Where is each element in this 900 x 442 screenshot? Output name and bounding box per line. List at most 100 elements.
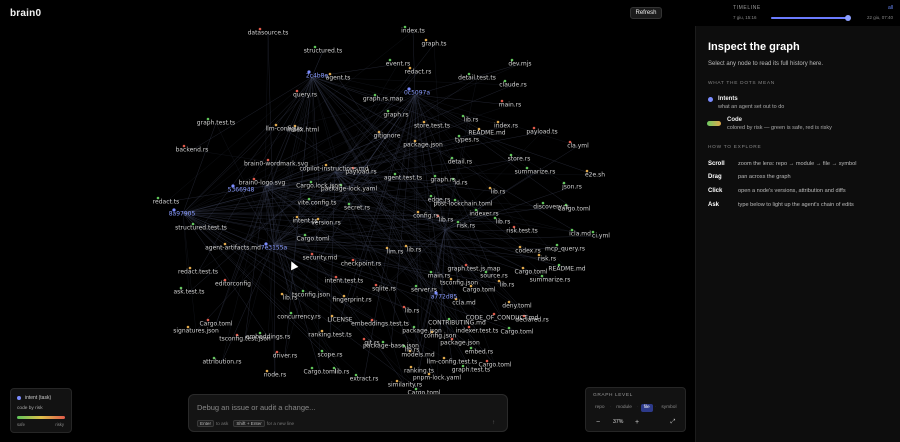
file-node-label[interactable]: config.json	[424, 333, 457, 340]
file-node-label[interactable]: CONTRIBUTING.md	[428, 320, 486, 327]
file-node-label[interactable]: server.rs	[411, 287, 437, 294]
file-node-label[interactable]: main.rs	[499, 102, 522, 109]
intent-node-label[interactable]: 5366948	[228, 187, 255, 194]
file-node-label[interactable]: version.rs	[311, 220, 340, 227]
file-node-label[interactable]: agent-artifacts.md	[205, 245, 261, 252]
level-tab-file[interactable]: file	[640, 404, 653, 412]
file-node-label[interactable]: dev.mjs	[508, 61, 531, 68]
file-node-label[interactable]: brain0-wordmark.svg	[244, 161, 308, 168]
file-node-label[interactable]: driver.rs	[273, 353, 298, 360]
file-node-label[interactable]: scope.rs	[317, 352, 342, 359]
file-node-label[interactable]: checkpoint.rs	[341, 261, 381, 268]
file-node-label[interactable]: lib.rs	[464, 117, 479, 124]
file-node-label[interactable]: graph.test.ts	[197, 120, 235, 127]
intent-node-label[interactable]: 0c5097a	[404, 90, 430, 97]
file-node-label[interactable]: graph.test.js.map	[448, 266, 501, 273]
file-node-label[interactable]: Cargo.toml	[557, 206, 590, 213]
file-node-label[interactable]: post-lockchain.toml	[434, 201, 493, 208]
file-node-label[interactable]: cla.yml	[567, 143, 589, 150]
file-node-label[interactable]: redact.rs	[405, 69, 432, 76]
file-node-label[interactable]: node.rs	[264, 372, 286, 379]
file-node-label[interactable]: ci.yml	[592, 233, 610, 240]
file-node-label[interactable]: LICENSE	[327, 317, 352, 324]
file-node-label[interactable]: lib.rs	[405, 308, 420, 315]
file-node-label[interactable]: models.md	[401, 352, 434, 359]
file-node-label[interactable]: store.rs	[508, 156, 531, 163]
file-node-label[interactable]: tsconfig.json	[440, 280, 478, 287]
file-node-label[interactable]: Cargo.toml	[500, 329, 533, 336]
file-node-label[interactable]: lib.rs	[496, 219, 511, 226]
file-node-label[interactable]: ask.test.ts	[173, 289, 204, 296]
file-node-label[interactable]: attribution.rs	[202, 359, 241, 366]
file-node-label[interactable]: README.md	[548, 266, 585, 273]
file-node-label[interactable]: deny.toml	[502, 303, 531, 310]
file-node-label[interactable]: graph.ts	[422, 41, 447, 48]
file-node-label[interactable]: concurrency.rs	[277, 314, 321, 321]
file-node-label[interactable]: README.md	[468, 130, 505, 137]
file-node-label[interactable]: graph.test.ts	[452, 367, 490, 374]
file-node-label[interactable]: package.json	[403, 142, 443, 149]
file-node-label[interactable]: fingerprint.rs	[332, 297, 371, 304]
file-node-label[interactable]: redact.ts	[153, 199, 180, 206]
file-node-label[interactable]: lib.rs	[500, 282, 515, 289]
fit-to-screen-icon[interactable]: ⤢	[668, 417, 678, 427]
file-node-label[interactable]: claude.rs	[499, 82, 526, 89]
file-node-label[interactable]: detail.test.ts	[458, 75, 496, 82]
dependency-graph-canvas[interactable]: datasource.ts index.ts graph.ts structured.…	[0, 0, 695, 442]
file-node-label[interactable]: Cargo.toml	[296, 236, 329, 243]
level-tab-repo[interactable]: repo	[592, 404, 608, 412]
file-node-label[interactable]: datasource.ts	[248, 30, 289, 37]
file-node-label[interactable]: risk.rs	[538, 256, 556, 263]
file-node-label[interactable]: llm-config.test.ts	[427, 359, 478, 366]
file-node-label[interactable]: index.ts	[401, 28, 425, 35]
file-node-label[interactable]: editorconfig	[215, 281, 251, 288]
file-node-label[interactable]: id.rs	[455, 180, 468, 187]
file-node-label[interactable]: structured.test.ts	[175, 225, 227, 232]
file-node-label[interactable]: agent.test.ts	[384, 175, 422, 182]
file-node-label[interactable]: codex.rs	[515, 248, 540, 255]
file-node-label[interactable]: source.rs	[480, 273, 507, 280]
file-node-label[interactable]: gitignore	[374, 133, 401, 140]
file-node-label[interactable]: index.html	[287, 127, 319, 134]
file-node-label[interactable]: security.md	[303, 255, 338, 262]
file-node-label[interactable]: llm.rs	[387, 249, 404, 256]
file-node-label[interactable]: secret.rs	[344, 205, 370, 212]
ask-input[interactable]	[197, 401, 487, 413]
file-node-label[interactable]: signatures.json	[173, 328, 219, 335]
file-node-label[interactable]: json.rs	[562, 184, 582, 191]
file-node-label[interactable]: ccla.md	[452, 300, 476, 307]
file-node-label[interactable]: payload.rs	[345, 169, 376, 176]
file-node-label[interactable]: index.rs	[494, 123, 518, 130]
file-node-label[interactable]: lib.rs	[407, 247, 422, 254]
file-node-label[interactable]: mcp_query.rs	[545, 246, 585, 253]
timeline-slider-track[interactable]	[771, 15, 852, 21]
file-node-label[interactable]: vite.config.ts	[298, 200, 337, 207]
intent-node-label[interactable]: 7e3155a	[261, 245, 287, 252]
file-node-label[interactable]: ranking.test.ts	[308, 332, 352, 339]
file-node-label[interactable]: Cargo.toml	[462, 287, 495, 294]
file-node-label[interactable]: graph.rs	[430, 177, 455, 184]
file-node-label[interactable]: e2e.sh	[585, 172, 605, 179]
file-node-label[interactable]: store.test.ts	[414, 123, 450, 130]
file-node-label[interactable]: extract.rs	[350, 376, 379, 383]
level-tab-symbol[interactable]: symbol	[658, 404, 679, 412]
file-node-label[interactable]: similarity.rs	[388, 382, 422, 389]
file-node-label[interactable]: indexer.rs	[469, 211, 498, 218]
file-node-label[interactable]: package-lock.yaml	[321, 186, 377, 193]
file-node-label[interactable]: icla.md	[569, 231, 591, 238]
refresh-button[interactable]: Refresh	[630, 7, 662, 19]
file-node-label[interactable]: package.json	[440, 340, 480, 347]
file-node-label[interactable]: sqlite.rs	[372, 286, 396, 293]
file-node-label[interactable]: tsconfig.json	[292, 292, 330, 299]
file-node-label[interactable]: Cargo.toml	[303, 369, 336, 376]
file-node-label[interactable]: event.rs	[386, 61, 411, 68]
file-node-label[interactable]: main.rs	[428, 273, 451, 280]
file-node-label[interactable]: Cargo.toml	[514, 269, 547, 276]
file-node-label[interactable]: graph.rs	[383, 112, 408, 119]
timeline-all-link[interactable]: all	[888, 5, 893, 11]
file-node-label[interactable]: embeddings.rs	[246, 334, 291, 341]
file-node-label[interactable]: declared.rs	[515, 317, 548, 324]
file-node-label[interactable]: ranking.ts	[404, 368, 434, 375]
file-node-label[interactable]: payload.ts	[526, 129, 557, 136]
send-arrow-icon[interactable]: ↑	[489, 418, 498, 427]
